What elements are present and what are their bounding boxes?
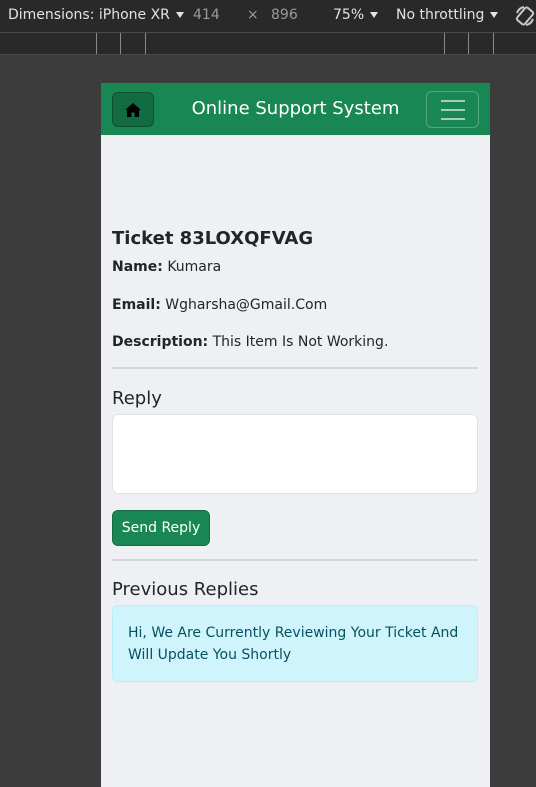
devtools-device-toolbar: Dimensions: iPhone XR 414 × 896 75% No t… bbox=[0, 0, 536, 33]
height-input[interactable]: 896 bbox=[271, 7, 298, 23]
zoom-label: 75% bbox=[333, 7, 365, 23]
dimensions-select[interactable]: Dimensions: iPhone XR bbox=[8, 7, 184, 23]
hamburger-menu-icon bbox=[441, 118, 465, 120]
description-value: This Item Is Not Working. bbox=[212, 334, 389, 350]
rotate-icon[interactable] bbox=[514, 4, 536, 28]
width-input[interactable]: 414 bbox=[193, 7, 220, 23]
media-query-ruler bbox=[0, 33, 536, 55]
throttling-label: No throttling bbox=[396, 7, 485, 23]
chevron-down-icon bbox=[370, 12, 379, 18]
ruler-tick bbox=[120, 33, 121, 54]
send-reply-button[interactable]: Send Reply bbox=[112, 510, 210, 546]
ticket-email-row: Email: Wgharsha@Gmail.Com bbox=[112, 297, 327, 313]
device-viewport: Online Support System Ticket 83LOXQFVAG … bbox=[101, 83, 490, 787]
ruler-tick bbox=[145, 33, 146, 54]
divider bbox=[112, 559, 478, 561]
ticket-name-row: Name: Kumara bbox=[112, 259, 221, 275]
dimensions-label: Dimensions: iPhone XR bbox=[8, 7, 170, 23]
navbar-toggler-button[interactable] bbox=[426, 91, 479, 128]
ruler-tick bbox=[444, 33, 445, 54]
hamburger-menu-icon bbox=[441, 109, 465, 111]
ruler-tick bbox=[468, 33, 469, 54]
name-label: Name: bbox=[112, 259, 163, 275]
previous-replies-heading: Previous Replies bbox=[112, 579, 259, 600]
chevron-down-icon bbox=[490, 12, 499, 18]
reply-message: Hi, We Are Currently Reviewing Your Tick… bbox=[112, 605, 478, 682]
navbar: Online Support System bbox=[101, 83, 490, 135]
ticket-title: Ticket 83LOXQFVAG bbox=[112, 228, 314, 249]
email-value: Wgharsha@Gmail.Com bbox=[165, 297, 328, 313]
email-label: Email: bbox=[112, 297, 161, 313]
name-value: Kumara bbox=[167, 259, 222, 275]
description-label: Description: bbox=[112, 334, 209, 350]
throttling-select[interactable]: No throttling bbox=[396, 7, 499, 23]
zoom-select[interactable]: 75% bbox=[333, 7, 379, 23]
ticket-description-row: Description: This Item Is Not Working. bbox=[112, 334, 388, 350]
ruler-tick bbox=[96, 33, 97, 54]
chevron-down-icon bbox=[175, 12, 184, 18]
hamburger-menu-icon bbox=[441, 100, 465, 102]
reply-textarea[interactable] bbox=[112, 414, 478, 494]
dimension-separator: × bbox=[247, 7, 259, 23]
ruler-tick bbox=[493, 33, 494, 54]
reply-heading: Reply bbox=[112, 388, 162, 409]
divider bbox=[112, 367, 478, 369]
